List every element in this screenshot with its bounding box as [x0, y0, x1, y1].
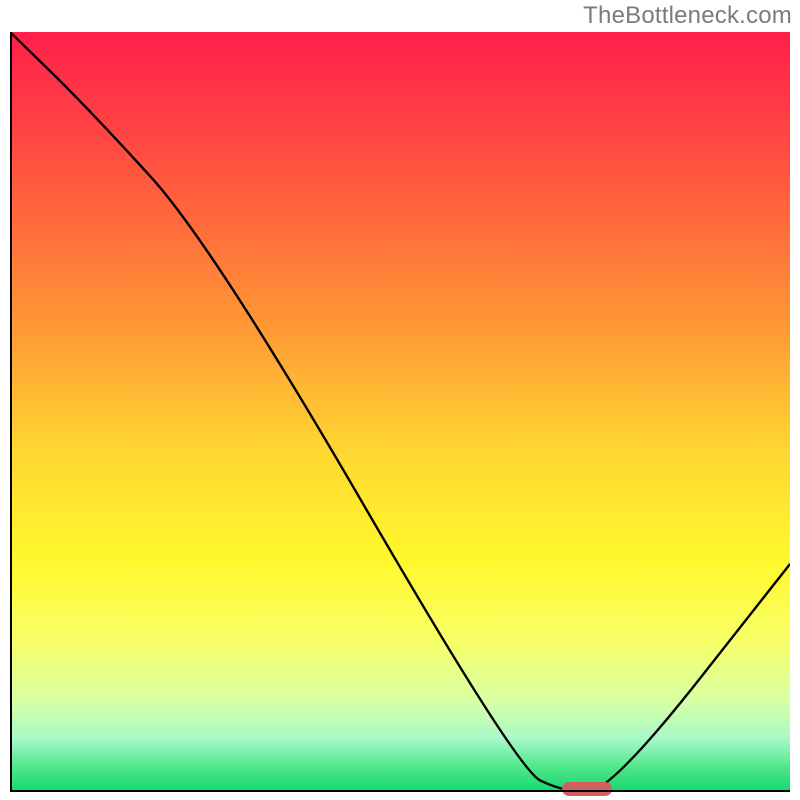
background-gradient — [10, 32, 790, 792]
chart-container: TheBottleneck.com — [0, 0, 800, 800]
watermark-text: TheBottleneck.com — [583, 2, 792, 30]
optimum-marker — [562, 782, 612, 796]
plot-area — [10, 32, 790, 792]
